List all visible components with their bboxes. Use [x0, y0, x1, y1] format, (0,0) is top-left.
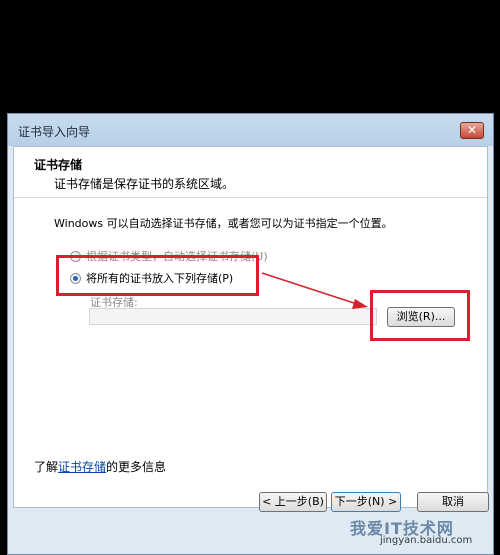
page-title: 证书存储: [34, 158, 83, 172]
place-in-store-option[interactable]: 将所有的证书放入下列存储(P): [70, 270, 233, 286]
back-button[interactable]: < 上一步(B): [259, 492, 327, 512]
radio-place-in-store-label: 将所有的证书放入下列存储(P): [86, 272, 234, 285]
wizard-content: 证书存储 证书存储是保存证书的系统区域。 Windows 可以自动选择证书存储，…: [13, 146, 488, 508]
wizard-header: 证书存储 证书存储是保存证书的系统区域。: [14, 147, 487, 198]
intro-text: Windows 可以自动选择证书存储，或者您可以为证书指定一个位置。: [54, 217, 393, 230]
title-bar: 证书导入向导 ✕: [8, 114, 493, 146]
watermark-domain: jingyan.baidu.com: [380, 535, 473, 546]
browse-button[interactable]: 浏览(R)...: [387, 307, 455, 327]
next-button[interactable]: 下一步(N) >: [331, 492, 401, 512]
learn-more-suffix: 的更多信息: [106, 460, 167, 474]
window-title: 证书导入向导: [18, 125, 91, 139]
cancel-button[interactable]: 取消: [417, 492, 489, 512]
auto-select-store-option[interactable]: 根据证书类型，自动选择证书存储(U): [70, 248, 268, 264]
radio-place-in-store[interactable]: [70, 272, 81, 284]
page-description: 证书存储是保存证书的系统区域。: [54, 177, 235, 191]
certificate-import-wizard: 证书导入向导 ✕ 证书存储 证书存储是保存证书的系统区域。 Windows 可以…: [7, 113, 494, 555]
radio-auto-select-label: 根据证书类型，自动选择证书存储(U): [86, 250, 268, 263]
close-button[interactable]: ✕: [460, 122, 484, 139]
learn-more-prefix: 了解: [34, 460, 59, 474]
certificate-store-link[interactable]: 证书存储: [58, 460, 106, 474]
certificate-store-field[interactable]: [89, 308, 377, 325]
close-icon: ✕: [466, 123, 478, 137]
radio-auto-select[interactable]: [70, 250, 81, 262]
learn-more-text: 了解证书存储的更多信息: [34, 458, 166, 475]
